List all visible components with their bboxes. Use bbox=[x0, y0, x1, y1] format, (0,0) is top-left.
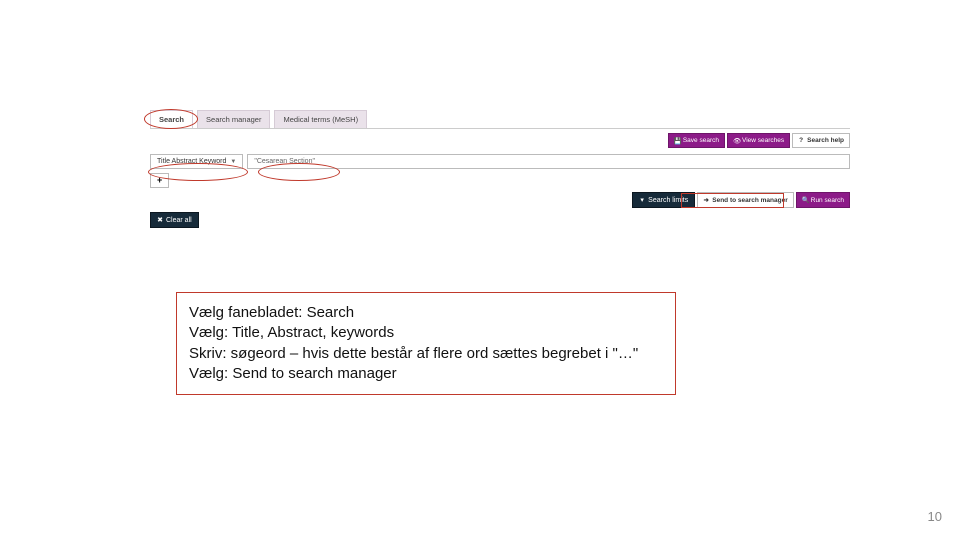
instruction-line-4: Vælg: Send to search manager bbox=[189, 364, 663, 384]
view-searches-label: View searches bbox=[742, 137, 784, 144]
instruction-line-3: Skriv: søgeord – hvis dette består af fl… bbox=[189, 344, 663, 364]
send-to-manager-button[interactable]: ➜ Send to search manager bbox=[697, 192, 794, 208]
search-limits-button[interactable]: ▾ Search limits bbox=[632, 192, 695, 208]
tab-search-manager[interactable]: Search manager bbox=[197, 110, 270, 128]
search-input[interactable]: "Cesarean Section" bbox=[247, 154, 850, 169]
chevron-down-icon: ▼ bbox=[230, 159, 236, 165]
send-to-manager-label: Send to search manager bbox=[712, 197, 788, 204]
add-row: + bbox=[150, 173, 850, 188]
dropdown-label: Title Abstract Keyword bbox=[157, 158, 226, 165]
app-screenshot: Search Search manager Medical terms (MeS… bbox=[150, 110, 850, 228]
eye-icon: 👁 bbox=[733, 137, 739, 145]
view-searches-button[interactable]: 👁 View searches bbox=[727, 133, 790, 148]
clear-all-button[interactable]: ✖ Clear all bbox=[150, 212, 199, 228]
save-icon: 💾 bbox=[674, 137, 680, 145]
save-search-button[interactable]: 💾 Save search bbox=[668, 133, 725, 148]
clear-row: ✖ Clear all bbox=[150, 212, 850, 228]
run-search-label: Run search bbox=[811, 197, 844, 204]
save-search-label: Save search bbox=[683, 137, 719, 144]
search-icon: 🔍 bbox=[802, 196, 808, 204]
search-help-button[interactable]: ? Search help bbox=[792, 133, 850, 148]
page-number: 10 bbox=[928, 509, 942, 524]
instruction-line-1: Vælg fanebladet: Search bbox=[189, 303, 663, 323]
tab-mesh[interactable]: Medical terms (MeSH) bbox=[274, 110, 367, 128]
search-row: Title Abstract Keyword ▼ "Cesarean Secti… bbox=[150, 154, 850, 169]
tab-bar: Search Search manager Medical terms (MeS… bbox=[150, 110, 850, 128]
close-icon: ✖ bbox=[157, 216, 163, 224]
clear-all-label: Clear all bbox=[166, 217, 192, 224]
search-help-label: Search help bbox=[807, 137, 844, 144]
bottom-action-bar: ▾ Search limits ➜ Send to search manager… bbox=[150, 192, 850, 208]
field-dropdown[interactable]: Title Abstract Keyword ▼ bbox=[150, 154, 243, 169]
run-search-button[interactable]: 🔍 Run search bbox=[796, 192, 850, 208]
add-line-button[interactable]: + bbox=[150, 173, 169, 188]
tab-underline bbox=[150, 128, 850, 129]
search-input-value: "Cesarean Section" bbox=[254, 158, 315, 165]
toolbar-right: 💾 Save search 👁 View searches ? Search h… bbox=[150, 133, 850, 148]
question-icon: ? bbox=[798, 137, 804, 144]
arrow-right-icon: ➜ bbox=[703, 196, 709, 204]
tab-search[interactable]: Search bbox=[150, 110, 193, 128]
instruction-line-2: Vælg: Title, Abstract, keywords bbox=[189, 323, 663, 343]
search-limits-label: Search limits bbox=[648, 197, 688, 204]
instruction-box: Vælg fanebladet: Search Vælg: Title, Abs… bbox=[176, 292, 676, 395]
filter-icon: ▾ bbox=[639, 196, 645, 204]
